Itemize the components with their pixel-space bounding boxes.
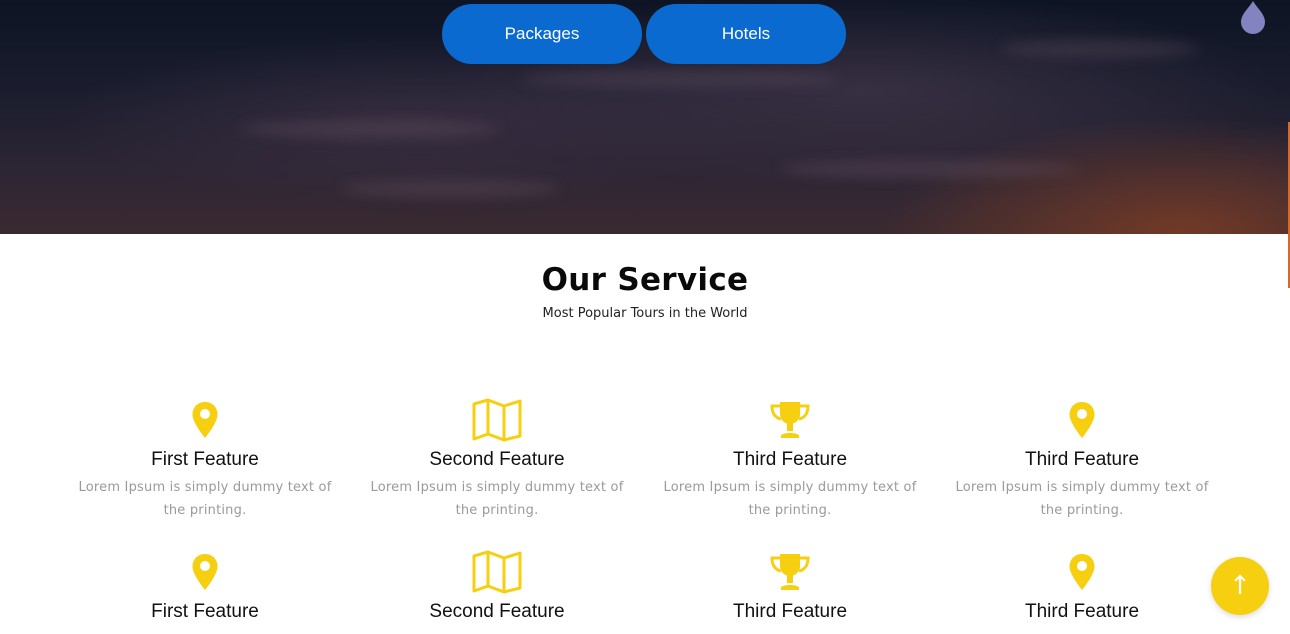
map-icon <box>472 550 522 594</box>
cloud-streak <box>240 120 500 138</box>
cloud-streak <box>340 180 560 198</box>
feature-title: Third Feature <box>732 601 848 622</box>
feature-card: Third Feature <box>947 550 1217 624</box>
feature-title: Third Feature <box>732 449 848 470</box>
feature-title: Third Feature <box>1024 601 1140 622</box>
map-pin-icon <box>1069 554 1095 590</box>
map-icon <box>472 398 522 442</box>
feature-card: Second Feature Lorem Ipsum is simply dum… <box>362 398 632 522</box>
feature-card: First Feature <box>70 550 340 624</box>
cloud-streak <box>520 70 840 88</box>
cloud-streak <box>780 160 1080 178</box>
section-subtitle: Most Popular Tours in the World <box>542 306 748 321</box>
hotels-button[interactable]: Hotels <box>646 4 846 64</box>
feature-description: Lorem Ipsum is simply dummy text of the … <box>78 480 332 518</box>
cloud-streak <box>1000 40 1200 58</box>
scroll-to-top-button[interactable]: ↑ <box>1211 557 1269 615</box>
feature-card: Third Feature Lorem Ipsum is simply dumm… <box>655 398 925 522</box>
feature-title: Third Feature <box>1024 449 1140 470</box>
feature-title: First Feature <box>151 449 259 470</box>
feature-description: Lorem Ipsum is simply dummy text of the … <box>370 480 624 518</box>
trophy-icon <box>770 554 810 590</box>
feature-title: Second Feature <box>429 449 565 470</box>
feature-card: First Feature Lorem Ipsum is simply dumm… <box>70 398 340 522</box>
feature-card: Second Feature <box>362 550 632 624</box>
map-pin-icon <box>192 554 218 590</box>
map-pin-icon <box>192 402 218 438</box>
section-title: Our Service <box>541 262 749 298</box>
feature-description: Lorem Ipsum is simply dummy text of the … <box>663 480 917 518</box>
trophy-icon <box>770 402 810 438</box>
packages-button[interactable]: Packages <box>442 4 642 64</box>
map-pin-icon <box>1069 402 1095 438</box>
hero-banner: Packages Hotels <box>0 0 1290 234</box>
feature-title: Second Feature <box>429 601 565 622</box>
feature-card: Third Feature Lorem Ipsum is simply dumm… <box>947 398 1217 522</box>
feature-description: Lorem Ipsum is simply dummy text of the … <box>955 480 1209 518</box>
theme-drop-icon[interactable] <box>1238 0 1268 34</box>
feature-title: First Feature <box>151 601 259 622</box>
arrow-up-icon: ↑ <box>1229 571 1251 601</box>
feature-card: Third Feature <box>655 550 925 624</box>
